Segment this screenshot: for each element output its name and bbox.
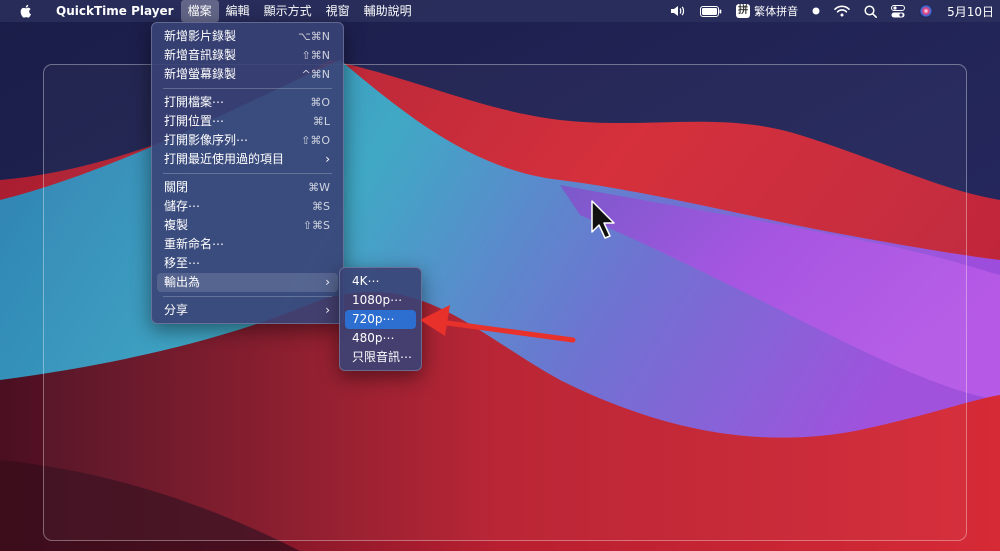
menu-item-label: 只限音訊⋯ bbox=[352, 350, 413, 364]
menu-item-shortcut: ⌘O bbox=[310, 96, 330, 109]
menu-item-move-to[interactable]: 移至⋯ bbox=[157, 254, 338, 273]
menu-item-duplicate[interactable]: 複製 ⇧⌘S bbox=[157, 216, 338, 235]
menu-item-open-recent[interactable]: 打開最近使用過的項目 › bbox=[157, 150, 338, 169]
menu-item-label: 打開影像序列⋯ bbox=[164, 133, 249, 147]
menu-window[interactable]: 視窗 bbox=[319, 0, 357, 22]
file-menu-dropdown: 新增影片錄製 ⌥⌘N 新增音訊錄製 ⇧⌘N 新增螢幕錄製 ^⌘N 打開檔案⋯ ⌘… bbox=[151, 22, 344, 324]
menu-item-label: 1080p⋯ bbox=[352, 293, 403, 307]
input-method-label: 繁体拼音 bbox=[754, 5, 799, 18]
menu-item-open-location[interactable]: 打開位置⋯ ⌘L bbox=[157, 112, 338, 131]
export-option-720p[interactable]: 720p⋯ bbox=[345, 310, 416, 329]
menu-bar: QuickTime Player 檔案 編輯 顯示方式 視窗 輔助說明 拼 繁体… bbox=[0, 0, 1000, 22]
menu-item-export-as[interactable]: 輸出為 › bbox=[157, 273, 338, 292]
menu-file[interactable]: 檔案 bbox=[180, 0, 219, 22]
volume-icon[interactable] bbox=[670, 4, 686, 18]
menu-item-shortcut: ^⌘N bbox=[301, 68, 330, 81]
menu-item-open-file[interactable]: 打開檔案⋯ ⌘O bbox=[157, 93, 338, 112]
menu-separator bbox=[163, 173, 332, 174]
menu-item-label: 打開位置⋯ bbox=[164, 114, 225, 128]
menu-item-shortcut: ⇧⌘N bbox=[301, 49, 330, 62]
spotlight-search-icon[interactable] bbox=[864, 4, 878, 18]
menu-item-label: 4K⋯ bbox=[352, 274, 380, 288]
menu-item-label: 關閉 bbox=[164, 180, 189, 194]
apple-logo-icon[interactable] bbox=[18, 3, 34, 19]
menu-item-label: 重新命名⋯ bbox=[164, 237, 225, 251]
export-option-4k[interactable]: 4K⋯ bbox=[345, 272, 416, 291]
export-option-1080p[interactable]: 1080p⋯ bbox=[345, 291, 416, 310]
menu-item-rename[interactable]: 重新命名⋯ bbox=[157, 235, 338, 254]
menu-edit[interactable]: 編輯 bbox=[219, 0, 257, 22]
menu-item-label: 打開檔案⋯ bbox=[164, 95, 225, 109]
app-menu[interactable]: QuickTime Player bbox=[52, 0, 181, 22]
status-area: 拼 繁体拼音 5月10日 bbox=[656, 0, 1000, 22]
input-method-menu[interactable]: 拼 繁体拼音 bbox=[736, 3, 798, 19]
menu-item-label: 480p⋯ bbox=[352, 331, 395, 345]
chevron-right-icon: › bbox=[325, 303, 330, 317]
menu-separator bbox=[163, 88, 332, 89]
menubar-clock[interactable]: 5月10日 bbox=[947, 3, 994, 20]
menu-item-shortcut: ⇧⌘O bbox=[301, 134, 330, 147]
battery-icon[interactable] bbox=[700, 5, 722, 17]
control-center-icon[interactable] bbox=[891, 4, 906, 18]
menu-item-label: 720p⋯ bbox=[352, 312, 395, 326]
focus-dot-icon[interactable] bbox=[812, 7, 820, 15]
menu-item-new-movie-recording[interactable]: 新增影片錄製 ⌥⌘N bbox=[157, 27, 338, 46]
menu-item-new-screen-recording[interactable]: 新增螢幕錄製 ^⌘N bbox=[157, 65, 338, 84]
menu-item-close[interactable]: 關閉 ⌘W bbox=[157, 178, 338, 197]
menu-item-shortcut: ⇧⌘S bbox=[302, 219, 330, 232]
input-method-icon: 拼 bbox=[736, 4, 751, 18]
wifi-icon[interactable] bbox=[834, 5, 850, 17]
menu-item-label: 複製 bbox=[164, 218, 189, 232]
menu-item-save[interactable]: 儲存⋯ ⌘S bbox=[157, 197, 338, 216]
menu-item-shortcut: ⌘S bbox=[312, 200, 330, 213]
menu-help[interactable]: 輔助說明 bbox=[357, 0, 419, 22]
menu-item-shortcut: ⌘L bbox=[312, 115, 330, 128]
menu-separator bbox=[163, 296, 332, 297]
menu-item-label: 新增螢幕錄製 bbox=[164, 67, 237, 81]
menu-item-label: 打開最近使用過的項目 bbox=[164, 152, 285, 166]
menu-item-open-image-sequence[interactable]: 打開影像序列⋯ ⇧⌘O bbox=[157, 131, 338, 150]
menu-item-share[interactable]: 分享 › bbox=[157, 301, 338, 320]
menu-item-new-audio-recording[interactable]: 新增音訊錄製 ⇧⌘N bbox=[157, 46, 338, 65]
export-submenu: 4K⋯ 1080p⋯ 720p⋯ 480p⋯ 只限音訊⋯ bbox=[339, 267, 422, 371]
menu-item-label: 移至⋯ bbox=[164, 256, 201, 270]
menu-item-label: 儲存⋯ bbox=[164, 199, 201, 213]
menu-item-label: 新增音訊錄製 bbox=[164, 48, 237, 62]
chevron-right-icon: › bbox=[325, 152, 330, 166]
menu-item-label: 輸出為 bbox=[164, 275, 201, 289]
menu-view[interactable]: 顯示方式 bbox=[257, 0, 319, 22]
menu-item-label: 新增影片錄製 bbox=[164, 29, 237, 43]
menu-item-shortcut: ⌥⌘N bbox=[298, 30, 330, 43]
menu-item-shortcut: ⌘W bbox=[308, 181, 330, 194]
export-option-audio-only[interactable]: 只限音訊⋯ bbox=[345, 348, 416, 367]
siri-icon[interactable] bbox=[919, 4, 933, 18]
export-option-480p[interactable]: 480p⋯ bbox=[345, 329, 416, 348]
chevron-right-icon: › bbox=[325, 275, 330, 289]
menu-item-label: 分享 bbox=[164, 303, 189, 317]
